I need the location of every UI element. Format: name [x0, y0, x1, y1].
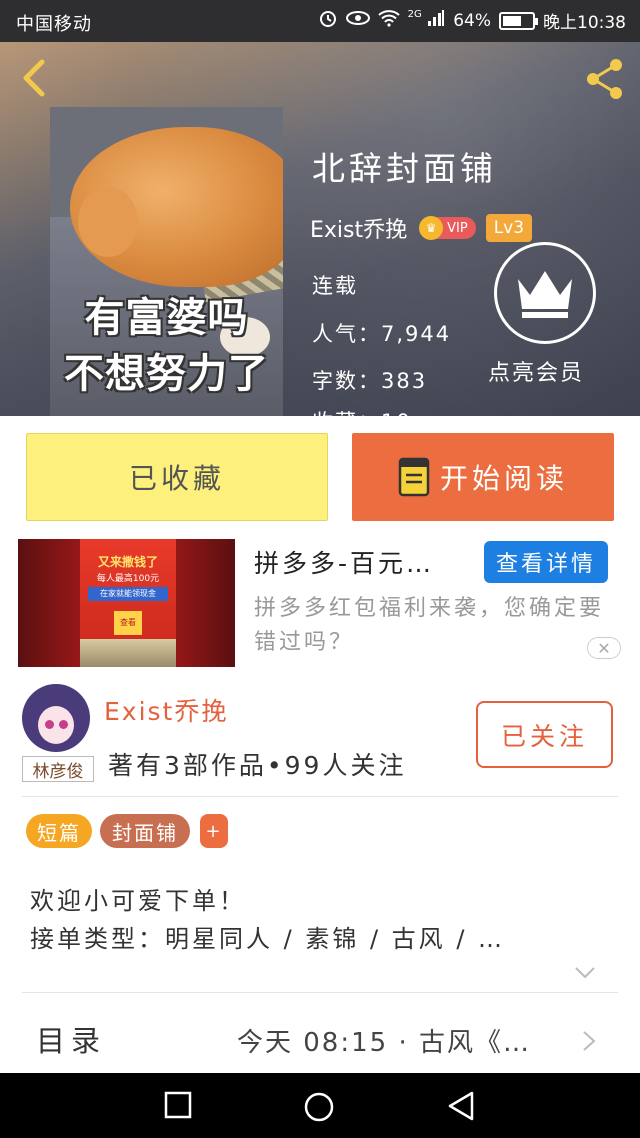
cover-caption-line1: 有富婆吗	[84, 295, 249, 341]
alarm-icon	[318, 8, 338, 33]
toc-latest-chapter[interactable]: 今天 08:15 · 古风《…	[237, 1022, 531, 1059]
ad-image-tag: 在家就能领现金	[88, 587, 168, 601]
recent-apps-icon[interactable]	[164, 1091, 192, 1119]
cover-caption-line2: 不想努力了	[64, 351, 269, 397]
clock: 晚上10:38	[543, 13, 626, 33]
book-cover[interactable]: 有富婆吗 不想努力了	[50, 107, 283, 416]
book-intro[interactable]: 欢迎小可爱下单！ 接单类型：明星同人 / 素锦 / 古风 / …	[30, 882, 610, 958]
add-tag-button[interactable]: +	[200, 814, 228, 848]
chevron-down-icon[interactable]	[574, 966, 596, 980]
battery-level	[503, 15, 521, 26]
ad-title[interactable]: 拼多多-百元…	[254, 544, 484, 580]
status-icons: 2G 64% 晚上10:38	[318, 8, 626, 33]
share-icon	[587, 59, 622, 99]
crown-icon: ♛	[419, 216, 444, 240]
book-title: 北辞封面铺	[312, 149, 497, 188]
ad-image-buildings	[80, 639, 176, 667]
network-type: 2G	[407, 9, 422, 20]
cover-cat-head	[78, 187, 138, 257]
close-icon: ✕	[597, 638, 611, 658]
start-reading-label: 开始阅读	[439, 462, 568, 495]
carrier-name: 中国移动	[16, 14, 92, 35]
divider	[22, 796, 618, 797]
avatar-eye-right	[59, 720, 68, 729]
chevron-right-icon[interactable]	[582, 1030, 596, 1052]
book-icon	[398, 457, 430, 497]
wifi-icon	[378, 9, 400, 32]
author-name[interactable]: Exist乔挽	[104, 692, 228, 728]
back-icon[interactable]	[447, 1091, 475, 1121]
ad-image-sub: 每人最高100元	[96, 574, 160, 584]
tag-cover-shop[interactable]: 封面铺	[100, 814, 190, 848]
crown-icon	[518, 271, 572, 318]
serial-status: 连载	[312, 274, 358, 298]
book-header: 有富婆吗 不想努力了 北辞封面铺 Exist乔挽 ♛ VIP Lv3 连载 人气…	[0, 42, 640, 416]
ad-close-button[interactable]: ✕	[587, 637, 621, 659]
toc-label[interactable]: 目录	[36, 1018, 106, 1060]
chevron-left-icon	[23, 59, 45, 97]
ad-detail-button[interactable]: 查看详情	[484, 541, 608, 583]
author-line: Exist乔挽 ♛ VIP Lv3	[310, 212, 533, 244]
vip-crown-button[interactable]	[494, 242, 596, 344]
eye-icon	[345, 10, 370, 31]
tag-short-story[interactable]: 短篇	[26, 814, 92, 848]
book-detail-body: 已收藏 开始阅读 又来撒钱了 每人最高100元 在家就能领现金 查看 拼多多-百…	[0, 416, 640, 1072]
avatar-face	[38, 706, 74, 744]
vip-badge-label: VIP	[447, 220, 468, 236]
vip-button-label[interactable]: 点亮会员	[488, 355, 584, 387]
signal-icon: 2G	[408, 9, 446, 32]
ad-image[interactable]: 又来撒钱了 每人最高100元 在家就能领现金 查看	[18, 539, 235, 667]
follow-button[interactable]: 已关注	[476, 701, 613, 768]
battery-icon	[499, 11, 538, 30]
start-reading-button[interactable]: 开始阅读	[352, 433, 614, 521]
collection-count: 收藏：10	[312, 406, 412, 416]
word-count: 字数：383	[312, 369, 428, 393]
level-badge: Lv3	[485, 214, 533, 242]
ad-image-headline: 又来撒钱了	[97, 555, 158, 569]
ad-image-chip: 查看	[114, 611, 142, 635]
author-stats: 著有3部作品•99人关注	[108, 751, 407, 780]
ad-description[interactable]: 拼多多红包福利来袭，您确定要错过吗？	[254, 592, 618, 660]
author-avatar[interactable]	[22, 684, 90, 752]
collected-button[interactable]: 已收藏	[26, 433, 328, 521]
battery-percent: 64%	[453, 10, 491, 31]
vip-badge: ♛ VIP	[419, 216, 476, 240]
divider	[22, 992, 618, 993]
status-bar: 中国移动 2G 64% 晚上10:38	[0, 0, 640, 42]
popularity: 人气：7,944	[312, 322, 452, 346]
author-name-header[interactable]: Exist乔挽	[310, 212, 407, 244]
system-nav-bar	[0, 1073, 640, 1138]
avatar-tag: 林彦俊	[22, 756, 94, 782]
avatar-eye-left	[45, 720, 54, 729]
share-button[interactable]	[582, 56, 628, 102]
home-icon[interactable]	[303, 1091, 335, 1123]
back-button[interactable]	[14, 56, 54, 97]
